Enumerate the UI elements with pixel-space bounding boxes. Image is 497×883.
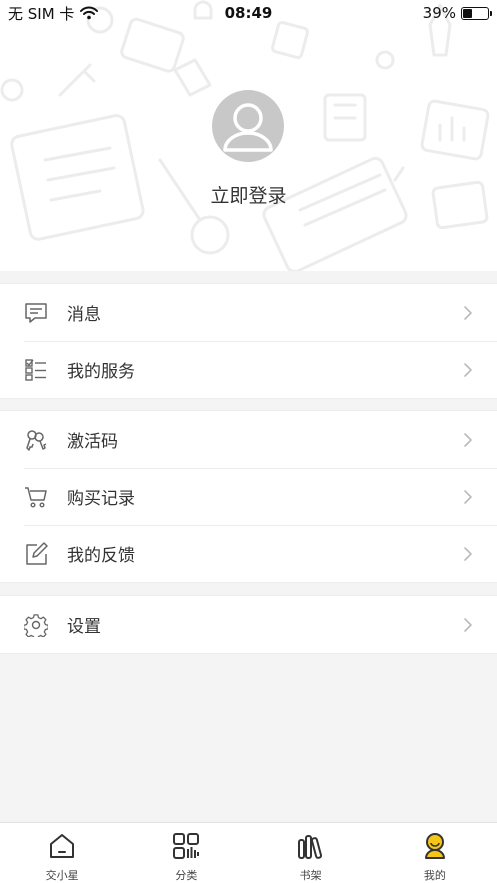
chevron-right-icon (464, 546, 472, 561)
chevron-right-icon (464, 432, 472, 447)
grid-icon (173, 833, 200, 859)
keys-icon (24, 428, 48, 452)
chevron-right-icon (464, 489, 472, 504)
menu-item-my-services[interactable]: 我的服务 (0, 341, 497, 398)
menu-item-activation-code[interactable]: 激活码 (0, 411, 497, 468)
menu-group-secondary: 激活码 购买记录 我的反馈 (0, 410, 497, 583)
menu-item-label: 消息 (67, 305, 101, 325)
menu-item-label: 激活码 (67, 432, 118, 452)
profile-header: 立即登录 (0, 0, 497, 271)
carrier-label: 无 SIM 卡 (8, 4, 75, 23)
status-bar: 无 SIM 卡 08:49 39% (0, 0, 497, 26)
menu-item-messages[interactable]: 消息 (0, 284, 497, 341)
chevron-right-icon (464, 305, 472, 320)
gear-icon (24, 613, 48, 637)
menu-group-primary: 消息 我的服务 (0, 283, 497, 399)
menu-item-settings[interactable]: 设置 (0, 596, 497, 653)
chevron-right-icon (464, 617, 472, 632)
menu-item-purchase-history[interactable]: 购买记录 (0, 468, 497, 525)
menu-item-label: 我的反馈 (67, 546, 135, 566)
menu-group-settings: 设置 (0, 595, 497, 654)
battery-level (463, 8, 473, 18)
message-icon (24, 301, 48, 325)
tab-mine[interactable]: 我的 (373, 823, 497, 883)
tab-home[interactable]: 交小星 (0, 823, 124, 883)
home-icon (50, 834, 75, 858)
tab-label: 我的 (423, 869, 446, 882)
menu-item-feedback[interactable]: 我的反馈 (0, 525, 497, 582)
tab-label: 书架 (299, 869, 322, 882)
menu-item-label: 购买记录 (67, 489, 135, 509)
profile-icon (424, 833, 445, 859)
tab-label: 分类 (175, 869, 198, 882)
cart-icon (24, 485, 48, 509)
menu-item-label: 设置 (67, 617, 101, 637)
tab-bookshelf[interactable]: 书架 (249, 823, 373, 883)
menu-item-label: 我的服务 (67, 362, 135, 382)
bookshelf-icon (297, 835, 322, 859)
edit-icon (24, 541, 48, 566)
user-placeholder-icon (223, 103, 273, 152)
checklist-icon (24, 358, 48, 382)
chevron-right-icon (464, 362, 472, 377)
tab-label: 交小星 (45, 869, 79, 882)
wifi-icon (80, 6, 99, 20)
login-link[interactable]: 立即登录 (0, 181, 497, 208)
battery-percent: 39% (422, 4, 456, 22)
tab-category[interactable]: 分类 (124, 823, 248, 883)
tab-bar: 交小星 分类 书架 我的 (0, 822, 497, 883)
battery-icon (461, 6, 492, 20)
avatar[interactable] (212, 90, 284, 162)
